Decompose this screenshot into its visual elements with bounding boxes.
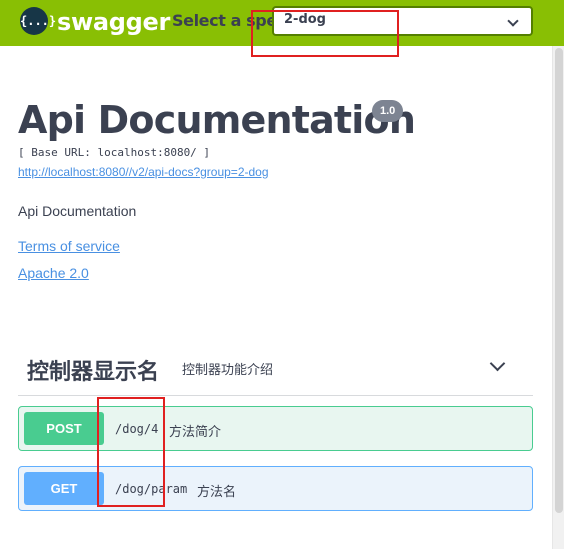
version-badge: 1.0: [372, 100, 404, 122]
api-docs-link[interactable]: http://localhost:8080//v2/api-docs?group…: [18, 165, 269, 179]
brand-name[interactable]: swagger: [57, 8, 170, 36]
annotation-box-spec: [251, 10, 399, 57]
annotation-box-methods: [97, 397, 165, 507]
page-title: Api Documentation: [18, 98, 416, 142]
chevron-down-icon: [507, 15, 519, 27]
tag-section-header[interactable]: 控制器显示名 控制器功能介绍: [18, 340, 533, 396]
tag-name: 控制器显示名: [27, 359, 160, 384]
operation-summary: 方法名: [197, 484, 237, 499]
method-badge-get: GET: [24, 472, 104, 505]
method-badge-post: POST: [24, 412, 104, 445]
chevron-down-icon[interactable]: [489, 355, 506, 372]
license-link[interactable]: Apache 2.0: [18, 265, 89, 281]
api-description: Api Documentation: [18, 203, 137, 219]
swagger-logo-icon: {...}: [20, 7, 56, 35]
tag-description: 控制器功能介绍: [182, 362, 274, 377]
base-url: [ Base URL: localhost:8080/ ]: [18, 146, 211, 159]
scrollbar-thumb[interactable]: [555, 48, 563, 513]
operation-summary: 方法简介: [169, 424, 222, 439]
terms-of-service-link[interactable]: Terms of service: [18, 238, 120, 254]
operation-post-dog-4[interactable]: POST /dog/4 方法简介: [18, 406, 533, 451]
scrollbar[interactable]: [552, 46, 564, 549]
operation-get-dog-param[interactable]: GET /dog/param 方法名: [18, 466, 533, 511]
